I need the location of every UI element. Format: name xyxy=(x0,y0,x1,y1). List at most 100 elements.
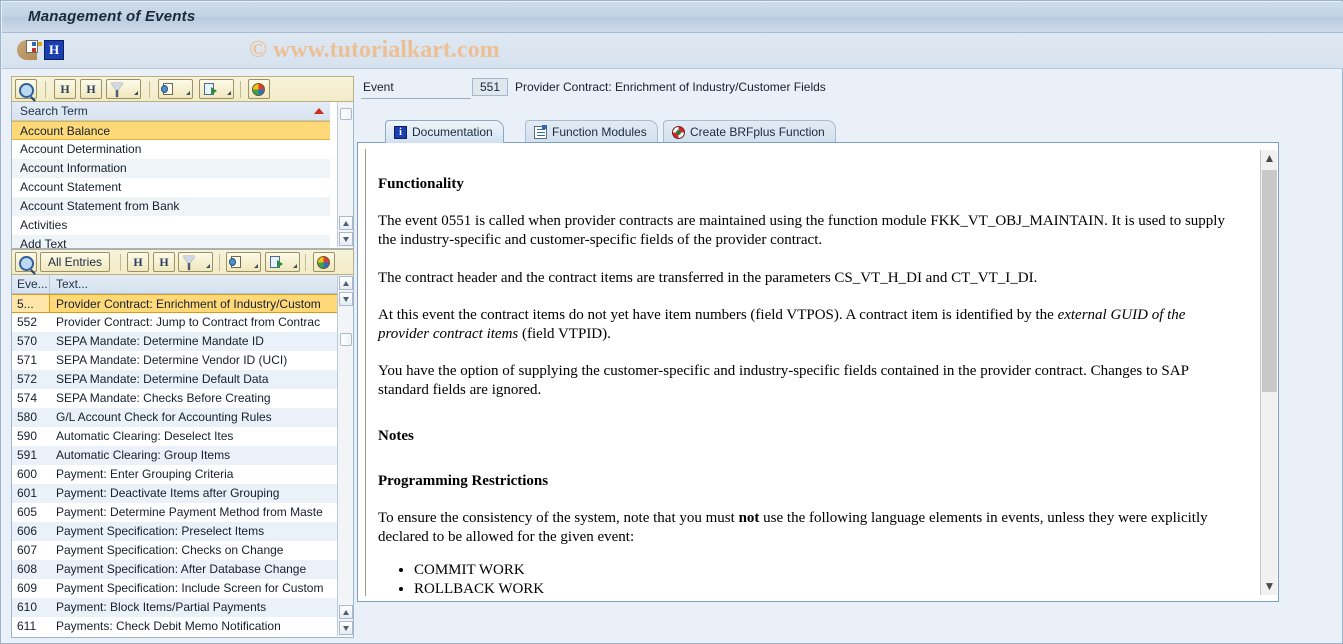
find-button[interactable]: H xyxy=(127,252,149,272)
filter-dropdown-button[interactable] xyxy=(128,79,141,99)
event-id-field[interactable]: 551 xyxy=(472,78,508,96)
table-row[interactable]: 608 Payment Specification: After Databas… xyxy=(12,560,337,579)
list-item[interactable]: Account Statement from Bank xyxy=(12,197,330,216)
table-row[interactable]: 600 Payment: Enter Grouping Criteria xyxy=(12,465,337,484)
search-list-scroll-thumb[interactable] xyxy=(340,108,352,120)
binoculars-icon: H xyxy=(133,255,143,269)
export-button[interactable] xyxy=(265,252,287,272)
events-table-header: Eve... Text... xyxy=(12,275,337,294)
details-button[interactable] xyxy=(158,79,180,99)
cell-event-id: 590 xyxy=(17,429,38,443)
table-row[interactable]: 572 SEPA Mandate: Determine Default Data xyxy=(12,370,337,389)
events-scroll-page-down-button[interactable] xyxy=(339,621,353,635)
list-item-label: Account Determination xyxy=(20,142,142,156)
find-button[interactable]: H xyxy=(54,79,76,99)
info-icon[interactable]: H xyxy=(44,40,64,60)
table-row[interactable]: 591 Automatic Clearing: Group Items xyxy=(12,446,337,465)
doc-p3-pre: At this event the contract items do not … xyxy=(378,306,1058,323)
filter-button[interactable] xyxy=(178,252,200,272)
table-row[interactable]: 580 G/L Account Check for Accounting Rul… xyxy=(12,408,337,427)
column-header-text[interactable]: Text... xyxy=(50,275,337,293)
table-row[interactable]: 609 Payment Specification: Include Scree… xyxy=(12,579,337,598)
toolbar-separator xyxy=(240,81,241,98)
search-list-scroll-down-button[interactable] xyxy=(339,232,353,246)
search-list-scroll-up-button[interactable] xyxy=(339,216,353,230)
list-item[interactable]: Add Text xyxy=(12,235,330,249)
search-term-column-header[interactable]: Search Term xyxy=(12,102,330,121)
tab-documentation[interactable]: i Documentation xyxy=(385,120,504,143)
all-entries-button[interactable]: All Entries xyxy=(40,252,111,272)
events-table[interactable]: Eve... Text... 5... Provider Contract: E… xyxy=(11,275,354,638)
search-term-list: Search Term Account Balance Account Dete… xyxy=(12,102,330,249)
table-row[interactable]: 605 Payment: Determine Payment Method fr… xyxy=(12,503,337,522)
list-item[interactable]: Account Information xyxy=(12,159,330,178)
list-item-label: Account Balance xyxy=(20,124,111,138)
doc-p5-bold: not xyxy=(738,509,760,526)
table-row[interactable]: 574 SEPA Mandate: Checks Before Creating xyxy=(12,389,337,408)
events-scroll-up-button[interactable] xyxy=(339,276,353,290)
events-scroll-page-up-button[interactable] xyxy=(339,605,353,619)
left-panel: H H Search Term Account Balance Account … xyxy=(11,76,367,638)
list-item[interactable]: Activities xyxy=(12,216,330,235)
graphic-button[interactable] xyxy=(313,252,335,272)
documentation-viewport: Functionality The event 0551 is called w… xyxy=(365,149,1255,596)
find-next-button[interactable]: H xyxy=(153,252,175,272)
list-item[interactable]: Account Determination xyxy=(12,140,330,159)
column-header-event[interactable]: Eve... xyxy=(12,275,50,293)
tab-create-brfplus-label: Create BRFplus Function xyxy=(690,124,825,139)
filter-icon xyxy=(111,83,123,97)
export-button[interactable] xyxy=(199,79,221,99)
table-row[interactable]: 570 SEPA Mandate: Determine Mandate ID xyxy=(12,332,337,351)
export-dropdown-button[interactable] xyxy=(287,252,300,272)
details-dropdown-button[interactable] xyxy=(180,79,193,99)
tab-create-brfplus-function[interactable]: Create BRFplus Function xyxy=(663,120,836,143)
search-term-listbox[interactable]: Search Term Account Balance Account Dete… xyxy=(11,102,354,249)
list-item-label: Add Text xyxy=(20,237,67,249)
list-item-label: Account Statement xyxy=(20,180,122,194)
table-row[interactable]: 571 SEPA Mandate: Determine Vendor ID (U… xyxy=(12,351,337,370)
cell-event-text: Payment: Determine Payment Method from M… xyxy=(56,505,323,519)
filter-dropdown-button[interactable] xyxy=(200,252,213,272)
list-item-label: Activities xyxy=(20,218,68,232)
event-label-underline xyxy=(361,98,471,99)
find-search-term-button[interactable] xyxy=(15,79,37,99)
documentation-scroll-down-button[interactable]: ▼ xyxy=(1261,578,1278,595)
list-item-label: Account Statement from Bank xyxy=(20,199,180,213)
table-row[interactable]: 606 Payment Specification: Preselect Ite… xyxy=(12,522,337,541)
table-row[interactable]: 610 Payment: Block Items/Partial Payment… xyxy=(12,598,337,617)
events-scroll-thumb[interactable] xyxy=(340,333,352,346)
right-panel: Event 551 Provider Contract: Enrichment … xyxy=(357,76,1334,638)
tab-function-modules[interactable]: Function Modules xyxy=(525,120,658,143)
details-button[interactable] xyxy=(226,252,248,272)
cell-event-text: Automatic Clearing: Group Items xyxy=(56,448,231,462)
variant-icon[interactable] xyxy=(17,40,38,60)
events-table-scrollbar[interactable] xyxy=(337,275,353,636)
search-list-scrollbar[interactable] xyxy=(337,102,353,247)
details-dropdown-button[interactable] xyxy=(248,252,261,272)
list-item[interactable]: Account Statement xyxy=(12,178,330,197)
find-next-button[interactable]: H xyxy=(80,79,102,99)
documentation-scroll-thumb[interactable] xyxy=(1262,170,1277,392)
toolbar-separator xyxy=(45,81,46,98)
table-row[interactable]: 607 Payment Specification: Checks on Cha… xyxy=(12,541,337,560)
list-item[interactable]: Account Balance xyxy=(12,121,330,140)
documentation-body: Functionality The event 0551 is called w… xyxy=(378,149,1238,596)
table-row[interactable]: 611 Payments: Check Debit Memo Notificat… xyxy=(12,617,337,636)
table-row[interactable]: 552 Provider Contract: Jump to Contract … xyxy=(12,313,337,332)
table-row[interactable]: 590 Automatic Clearing: Deselect Ites xyxy=(12,427,337,446)
cell-event-text: Provider Contract: Jump to Contract from… xyxy=(56,315,321,329)
export-dropdown-button[interactable] xyxy=(221,79,234,99)
title-bar: Management of Events xyxy=(2,2,1343,33)
cell-event-text: Provider Contract: Enrichment of Industr… xyxy=(56,297,321,311)
documentation-scroll-up-button[interactable]: ▲ xyxy=(1261,150,1278,167)
documentation-scrollbar[interactable]: ▲ ▼ xyxy=(1260,150,1277,595)
events-scroll-down-button[interactable] xyxy=(339,292,353,306)
table-row[interactable]: 601 Payment: Deactivate Items after Grou… xyxy=(12,484,337,503)
filter-button[interactable] xyxy=(106,79,128,99)
find-entry-button[interactable] xyxy=(15,252,37,272)
export-icon xyxy=(270,256,283,268)
table-row[interactable]: 5... Provider Contract: Enrichment of In… xyxy=(12,294,337,313)
graphic-button[interactable] xyxy=(248,79,270,99)
toolbar-separator xyxy=(120,254,121,271)
binoculars-icon: H xyxy=(60,82,70,96)
